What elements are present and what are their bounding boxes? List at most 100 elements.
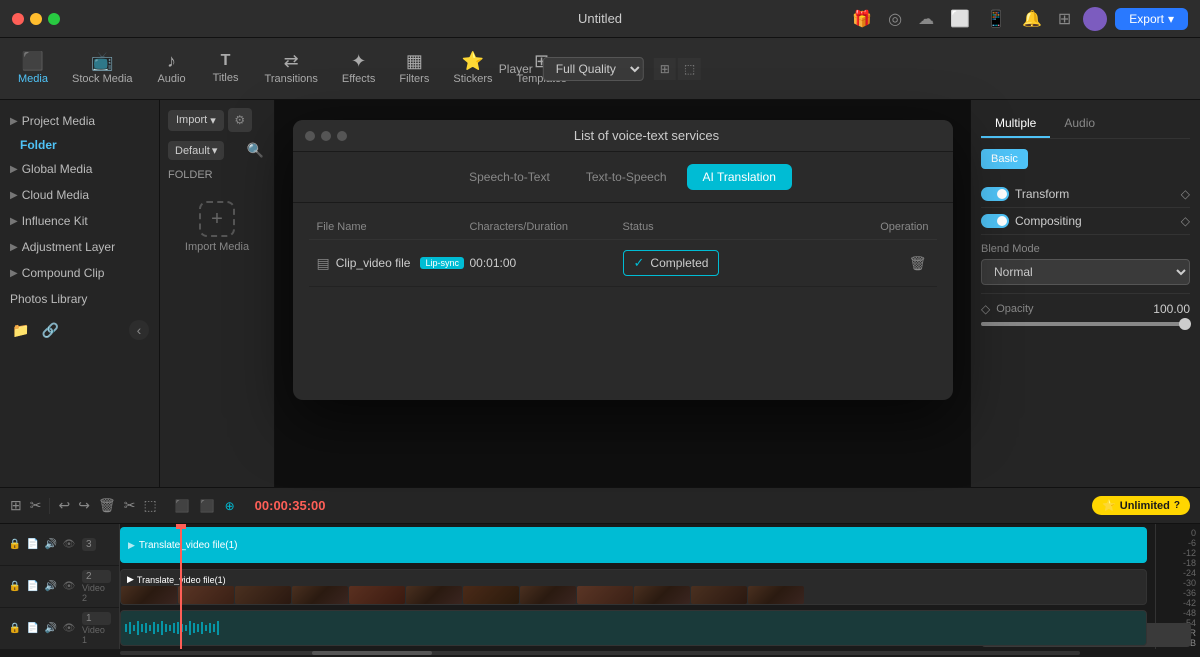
eye-icon-2[interactable]: 👁 [62,580,76,594]
opacity-slider-thumb[interactable] [1179,318,1191,330]
grid-view-btn[interactable]: ⊞ [654,58,676,80]
collapse-sidebar-btn[interactable]: ‹ [129,320,149,340]
file-icon-1[interactable]: 📄 [26,622,40,636]
modal-tab-text-to-speech[interactable]: Text-to-Speech [570,164,683,190]
eye-icon-1[interactable]: 👁 [62,622,76,636]
modal-table-header: File Name Characters/Duration Status Ope… [309,215,937,240]
toolbar-item-filters[interactable]: ▦ Filters [389,46,439,91]
title-bar-right: 🎁 ◎ ☁ ⬜ 📱 🔔 ⊞ Export ▾ [848,5,1188,33]
bell-icon[interactable]: 🔔 [1018,5,1046,33]
multi-select-icon[interactable]: ⊞ [10,497,22,514]
toolbar-item-effects[interactable]: ✦ Effects [332,46,385,91]
undo-icon[interactable]: ↩ [58,497,70,514]
compositing-diamond-icon[interactable]: ◇ [1181,214,1190,228]
stock-icon: 📺 [91,52,113,70]
timeline-tracks: 🔒 📄 🔊 👁 3 🔒 📄 🔊 👁 2 Video 2 [0,524,1200,649]
gift-icon[interactable]: 🎁 [848,5,876,33]
volume-icon-1[interactable]: 🔊 [44,622,58,636]
window-title: Untitled [578,11,622,26]
compositing-label: Compositing [981,214,1082,228]
sidebar-item-adjustment[interactable]: ▶ Adjustment Layer [0,234,159,260]
lock-icon-3[interactable]: 🔒 [8,538,22,552]
sidebar-item-folder[interactable]: Folder [0,134,159,156]
arrow-icon-4: ▶ [10,216,18,227]
sidebar-item-project-media[interactable]: ▶ Project Media [0,108,159,134]
sidebar-item-global[interactable]: ▶ Global Media [0,156,159,182]
delete-row-btn[interactable]: 🗑 [907,253,929,274]
sidebar-item-compound[interactable]: ▶ Compound Clip [0,260,159,286]
track-label-1: 🔒 📄 🔊 👁 1 Video 1 [0,608,119,649]
modal-tab-ai-translation[interactable]: AI Translation [687,164,792,190]
add-media-icon[interactable]: 🔗 [39,320,60,341]
track-clip-3[interactable]: ▶ Translate_video file(1) [120,527,1147,563]
add-audio-icon[interactable]: ⬛ [198,497,217,515]
db-12: -12 [1160,548,1196,558]
sidebar-item-photos[interactable]: Photos Library [0,286,159,312]
sidebar-item-influence[interactable]: ▶ Influence Kit [0,208,159,234]
toolbar-item-stock[interactable]: 📺 Stock Media [62,46,143,91]
tab-audio[interactable]: Audio [1050,110,1109,138]
export-button[interactable]: Export ▾ [1115,8,1188,30]
quality-select[interactable]: Full Quality Half Quality [543,57,644,81]
close-button[interactable] [12,13,24,25]
redo-icon[interactable]: ↪ [78,497,90,514]
screen-icon[interactable]: ⬜ [946,5,974,33]
thumb-2-11 [691,586,747,604]
avatar[interactable] [1083,7,1107,31]
thumb-2-1 [121,586,177,604]
sidebar-item-cloud[interactable]: ▶ Cloud Media [0,182,159,208]
import-media-box[interactable]: + Import Media [168,189,266,265]
razor-icon[interactable]: ✂ [30,497,42,514]
toolbar-item-media[interactable]: ⬛ Media [8,46,58,91]
blend-mode-select[interactable]: Normal Multiply Screen Overlay [981,259,1190,285]
volume-icon-2[interactable]: 🔊 [44,580,58,594]
search-btn[interactable]: 🔍 [245,140,266,161]
device-icon[interactable]: 📱 [982,5,1010,33]
import-button[interactable]: Import ▾ [168,110,224,131]
add-video-icon[interactable]: ⬛ [173,497,192,515]
modal-maximize[interactable] [337,131,347,141]
scrollbar-thumb[interactable] [312,651,432,655]
unlimited-badge[interactable]: ⭐ Unlimited ? [1092,496,1190,515]
image-view-btn[interactable]: ⬚ [678,58,701,80]
eye-icon-3[interactable]: 👁 [62,538,76,552]
grid-icon[interactable]: ⊞ [1054,5,1075,33]
media-settings-btn[interactable]: ⚙ [228,108,252,132]
modal-tab-speech-to-text[interactable]: Speech-to-Text [453,164,566,190]
compositing-toggle[interactable] [981,214,1009,228]
opacity-diamond-icon[interactable]: ◇ [981,302,990,316]
file-icon-2[interactable]: 📄 [26,580,40,594]
modal-close[interactable] [305,131,315,141]
add-motion-icon[interactable]: ⊕ [223,497,237,515]
volume-icon-3[interactable]: 🔊 [44,538,58,552]
tab-multiple[interactable]: Multiple [981,110,1050,138]
transform-toggle[interactable] [981,187,1009,201]
db-6: -6 [1160,538,1196,548]
opacity-label-row: ◇ Opacity 100.00 [981,302,1190,316]
track-clip-audio-wave[interactable] [120,610,1147,646]
sub-tab-basic[interactable]: Basic [981,149,1028,169]
cloud-icon[interactable]: ☁ [914,5,938,33]
lock-icon-1[interactable]: 🔒 [8,622,22,636]
modal-minimize[interactable] [321,131,331,141]
crop-icon[interactable]: ⬚ [143,497,156,514]
lock-icon-2[interactable]: 🔒 [8,580,22,594]
minimize-button[interactable] [30,13,42,25]
track-1-icons: 🔒 📄 🔊 👁 [8,622,76,636]
toolbar-item-transitions[interactable]: ⇄ Transitions [255,46,328,91]
default-sort-btn[interactable]: Default ▾ [168,141,224,160]
cut-icon[interactable]: ✂ [124,497,136,514]
add-folder-icon[interactable]: 📁 [10,320,31,341]
folder-label: FOLDER [168,169,266,181]
maximize-button[interactable] [48,13,60,25]
track-clip-2[interactable]: ▶ Translate_video file(1) [120,569,1147,605]
transform-diamond-icon[interactable]: ◇ [1181,187,1190,201]
delete-icon[interactable]: 🗑 [98,497,116,514]
toolbar-item-audio[interactable]: ♪ Audio [147,46,197,91]
file-icon-3[interactable]: 📄 [26,538,40,552]
lip-sync-badge: Lip-sync [420,257,464,269]
toolbar-item-titles[interactable]: T Titles [201,47,251,90]
toolbar-item-stickers[interactable]: ⭐ Stickers [443,46,502,91]
share-icon[interactable]: ◎ [884,5,906,33]
scrollbar-track[interactable] [120,651,1080,655]
